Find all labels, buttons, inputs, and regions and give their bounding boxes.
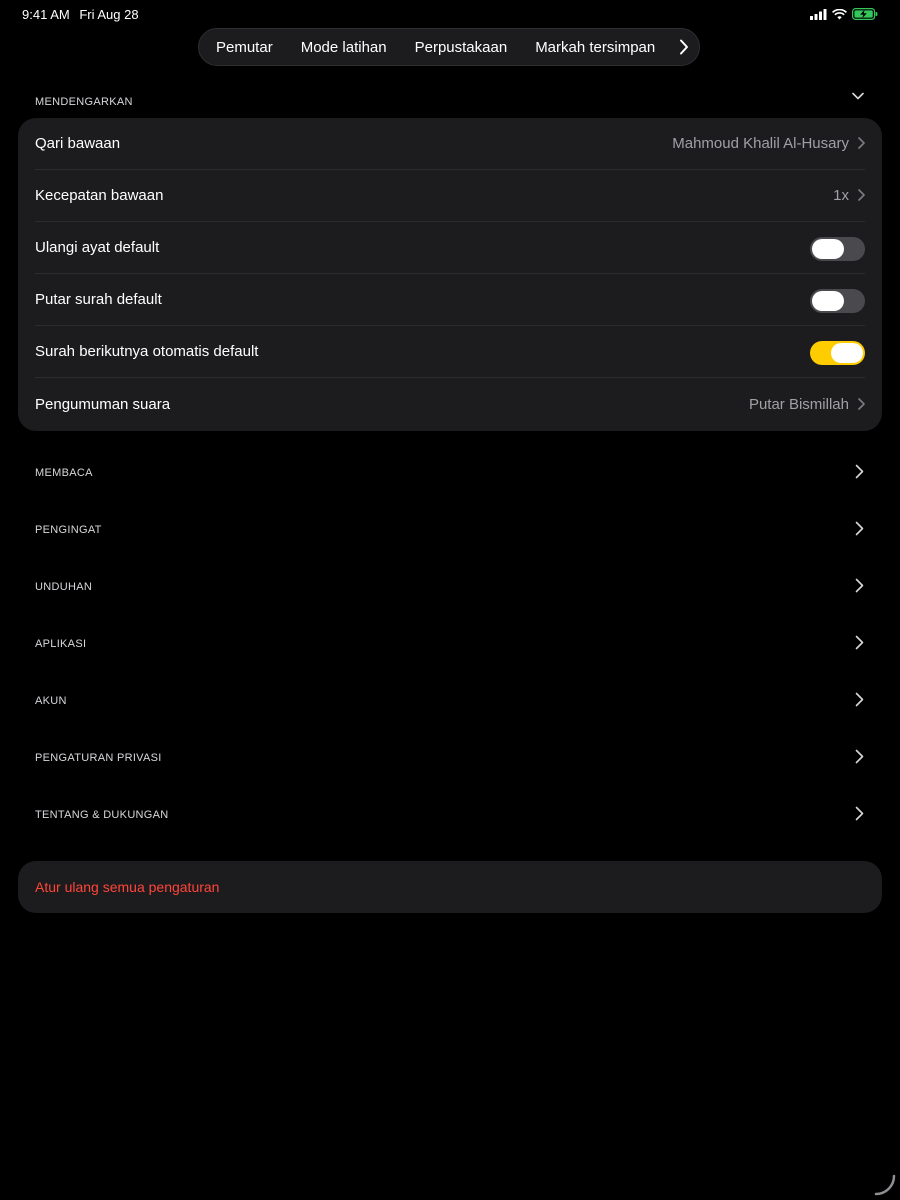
chevron-right-icon xyxy=(858,137,865,149)
autoplay-next-surah-toggle[interactable] xyxy=(810,341,865,365)
section-title: PENGATURAN PRIVASI xyxy=(35,752,162,764)
reset-label: Atur ulang semua pengaturan xyxy=(35,879,220,895)
section-about-support[interactable]: TENTANG & DUKUNGAN xyxy=(0,795,900,835)
section-privacy-settings[interactable]: PENGATURAN PRIVASI xyxy=(0,738,900,778)
corner-indicator-icon xyxy=(874,1174,896,1196)
section-title: MENDENGARKAN xyxy=(35,96,133,108)
tab-pemutar[interactable]: Pemutar xyxy=(216,39,273,56)
row-label: Pengumuman suara xyxy=(35,396,171,413)
row-label: Surah berikutnya otomatis default xyxy=(35,343,259,360)
row-label: Putar surah default xyxy=(35,291,162,308)
chevron-right-icon xyxy=(855,806,864,821)
chevron-right-icon xyxy=(855,692,864,707)
row-voice-announcement[interactable]: Pengumuman suara Putar Bismillah xyxy=(35,379,865,431)
section-reading[interactable]: MEMBACA xyxy=(0,453,900,493)
chevron-right-icon[interactable] xyxy=(679,39,689,55)
status-time-date: 9:41 AM Fri Aug 28 xyxy=(22,7,145,22)
listening-settings-card: Qari bawaan Mahmoud Khalil Al-Husary Kec… xyxy=(18,118,882,431)
tab-markah-tersimpan[interactable]: Markah tersimpan xyxy=(535,39,655,56)
tab-mode-latihan[interactable]: Mode latihan xyxy=(301,39,387,56)
row-value: Putar Bismillah xyxy=(748,396,849,413)
row-label: Kecepatan bawaan xyxy=(35,187,164,204)
row-label: Ulangi ayat default xyxy=(35,239,160,256)
chevron-right-icon xyxy=(855,464,864,479)
battery-charging-icon xyxy=(852,8,878,20)
row-label: Qari bawaan xyxy=(35,135,121,152)
chevron-right-icon xyxy=(855,578,864,593)
status-icons xyxy=(810,8,878,20)
section-title: APLIKASI xyxy=(35,638,87,650)
toggle-knob xyxy=(831,343,863,363)
chevron-right-icon xyxy=(855,521,864,536)
section-title: MEMBACA xyxy=(35,467,93,479)
section-reminders[interactable]: PENGINGAT xyxy=(0,510,900,550)
chevron-down-icon xyxy=(852,92,864,100)
section-application[interactable]: APLIKASI xyxy=(0,624,900,664)
toggle-knob xyxy=(812,239,844,259)
chevron-right-icon xyxy=(855,749,864,764)
toggle-knob xyxy=(812,291,844,311)
row-play-surah: Putar surah default xyxy=(35,274,865,326)
chevron-right-icon xyxy=(858,398,865,410)
section-title: TENTANG & DUKUNGAN xyxy=(35,809,169,821)
status-date: Fri Aug 28 xyxy=(79,7,139,22)
chevron-right-icon xyxy=(858,189,865,201)
section-title: PENGINGAT xyxy=(35,524,102,536)
tab-perpustakaan[interactable]: Perpustakaan xyxy=(415,39,508,56)
top-nav-tabs: Pemutar Mode latihan Perpustakaan Markah… xyxy=(198,28,700,66)
play-surah-toggle[interactable] xyxy=(810,289,865,313)
wifi-icon xyxy=(832,8,847,19)
status-bar: 9:41 AM Fri Aug 28 xyxy=(0,0,900,28)
row-autoplay-next-surah: Surah berikutnya otomatis default xyxy=(35,326,865,378)
section-downloads[interactable]: UNDUHAN xyxy=(0,567,900,607)
row-default-reciter[interactable]: Qari bawaan Mahmoud Khalil Al-Husary xyxy=(35,118,865,170)
status-time: 9:41 AM xyxy=(22,7,70,22)
section-account[interactable]: AKUN xyxy=(0,681,900,721)
row-default-speed[interactable]: Kecepatan bawaan 1x xyxy=(35,170,865,222)
repeat-verse-toggle[interactable] xyxy=(810,237,865,261)
chevron-right-icon xyxy=(855,635,864,650)
section-title: UNDUHAN xyxy=(35,581,93,593)
row-value: 1x xyxy=(833,187,849,204)
reset-all-settings-button[interactable]: Atur ulang semua pengaturan xyxy=(18,861,882,913)
row-repeat-verse: Ulangi ayat default xyxy=(35,222,865,274)
section-header-listening[interactable]: MENDENGARKAN xyxy=(0,82,900,122)
signal-icon xyxy=(810,8,827,20)
section-title: AKUN xyxy=(35,695,67,707)
row-value: Mahmoud Khalil Al-Husary xyxy=(672,135,849,152)
